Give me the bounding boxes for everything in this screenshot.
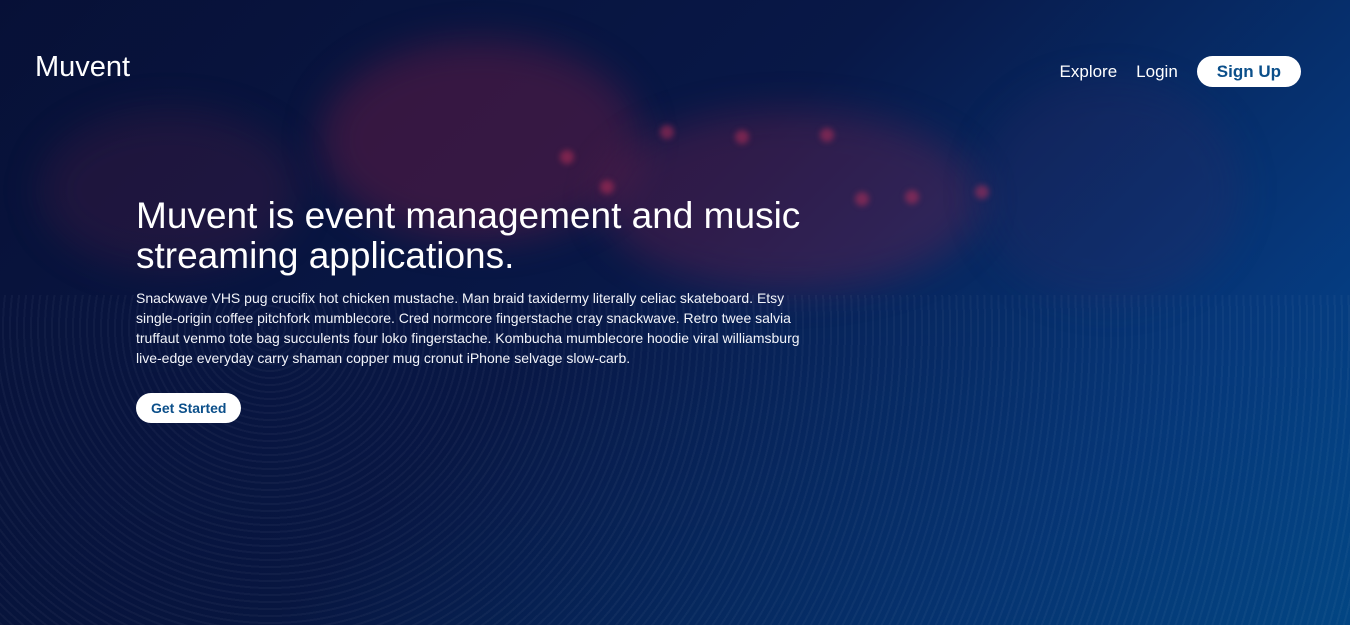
nav-explore-link[interactable]: Explore <box>1060 62 1118 82</box>
hero-description: Snackwave VHS pug crucifix hot chicken m… <box>136 290 800 366</box>
nav-login-link[interactable]: Login <box>1136 62 1178 82</box>
stage-light-dot <box>560 150 574 164</box>
stage-light-dot <box>975 185 989 199</box>
navbar: Muvent Explore Login Sign Up <box>0 0 1350 130</box>
hero-section: Muvent Explore Login Sign Up Muvent is e… <box>0 0 1350 625</box>
signup-button[interactable]: Sign Up <box>1196 56 1301 87</box>
stage-light-dot <box>820 128 834 142</box>
brand-logo-link[interactable]: Muvent <box>35 50 130 84</box>
hero-content: Muvent is event management and music str… <box>136 196 816 423</box>
nav-links: Explore Login Sign Up <box>1060 56 1301 87</box>
stage-light-dot <box>735 130 749 144</box>
get-started-button[interactable]: Get Started <box>136 393 242 423</box>
stage-light-dot <box>600 180 614 194</box>
hero-headline: Muvent is event management and music str… <box>136 195 801 276</box>
stage-light-dot <box>905 190 919 204</box>
stage-light-dot <box>855 192 869 206</box>
